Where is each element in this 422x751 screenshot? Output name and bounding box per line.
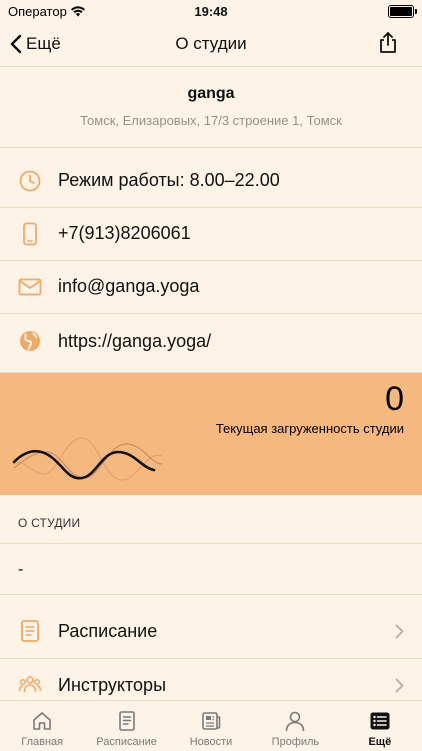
load-value: 0 — [385, 380, 404, 418]
phone-icon — [23, 222, 37, 246]
about-text: - — [18, 561, 24, 578]
wave-illustration — [12, 437, 163, 481]
load-label: Текущая загруженность студии — [215, 421, 404, 436]
news-icon — [202, 712, 221, 730]
tab-more-label: Ещё — [368, 736, 392, 748]
email-row[interactable]: info@ganga.yoga — [0, 261, 422, 314]
tab-schedule-label: Расписание — [96, 736, 157, 748]
tab-profile-label: Профиль — [271, 736, 320, 748]
schedule-row[interactable]: Расписание — [0, 604, 422, 659]
home-icon — [33, 712, 52, 730]
studio-header — [0, 67, 422, 148]
tab-more[interactable]: Ещё — [338, 701, 422, 751]
mail-icon — [18, 278, 42, 296]
studio-name: ganga — [187, 85, 235, 102]
page-title: О студии — [175, 34, 247, 53]
share-icon[interactable] — [378, 32, 398, 54]
tab-profile[interactable]: Профиль — [253, 701, 337, 751]
studio-address: Томск, Елизаровых, 17/3 строение 1, Томс… — [80, 113, 342, 128]
email-address: info@ganga.yoga — [58, 276, 200, 296]
tab-news-label: Новости — [189, 736, 233, 748]
website-url: https://ganga.yoga/ — [58, 331, 212, 351]
tab-news[interactable]: Новости — [169, 701, 253, 751]
tab-bar: Главная Расписание Новости Профиль Ещё — [0, 700, 422, 751]
working-hours-text: Режим работы: 8.00–22.00 — [58, 170, 280, 190]
tab-home[interactable]: Главная — [0, 701, 84, 751]
about-text-row — [0, 544, 422, 595]
schedule-row-label: Расписание — [58, 621, 158, 641]
clock-icon — [19, 170, 41, 192]
globe-icon — [20, 331, 40, 351]
more-icon — [370, 712, 390, 730]
chevron-right-icon — [395, 678, 404, 693]
people-icon — [18, 676, 42, 693]
phone-number: +7(913)8206061 — [58, 223, 191, 243]
working-hours-row: Режим работы: 8.00–22.00 — [0, 155, 422, 208]
document-icon — [21, 620, 39, 642]
battery-icon — [388, 5, 417, 18]
instructors-row-label: Инструкторы — [58, 675, 167, 695]
schedule-icon — [118, 711, 135, 731]
website-row[interactable]: https://ganga.yoga/ — [0, 314, 422, 373]
tab-schedule[interactable]: Расписание — [84, 701, 168, 751]
profile-icon — [286, 711, 305, 732]
phone-row[interactable]: +7(913)8206061 — [0, 208, 422, 261]
clock: 19:48 — [194, 4, 228, 19]
about-section-title: О СТУДИИ — [18, 516, 81, 530]
chevron-right-icon — [395, 624, 404, 639]
tab-home-label: Главная — [21, 736, 64, 748]
